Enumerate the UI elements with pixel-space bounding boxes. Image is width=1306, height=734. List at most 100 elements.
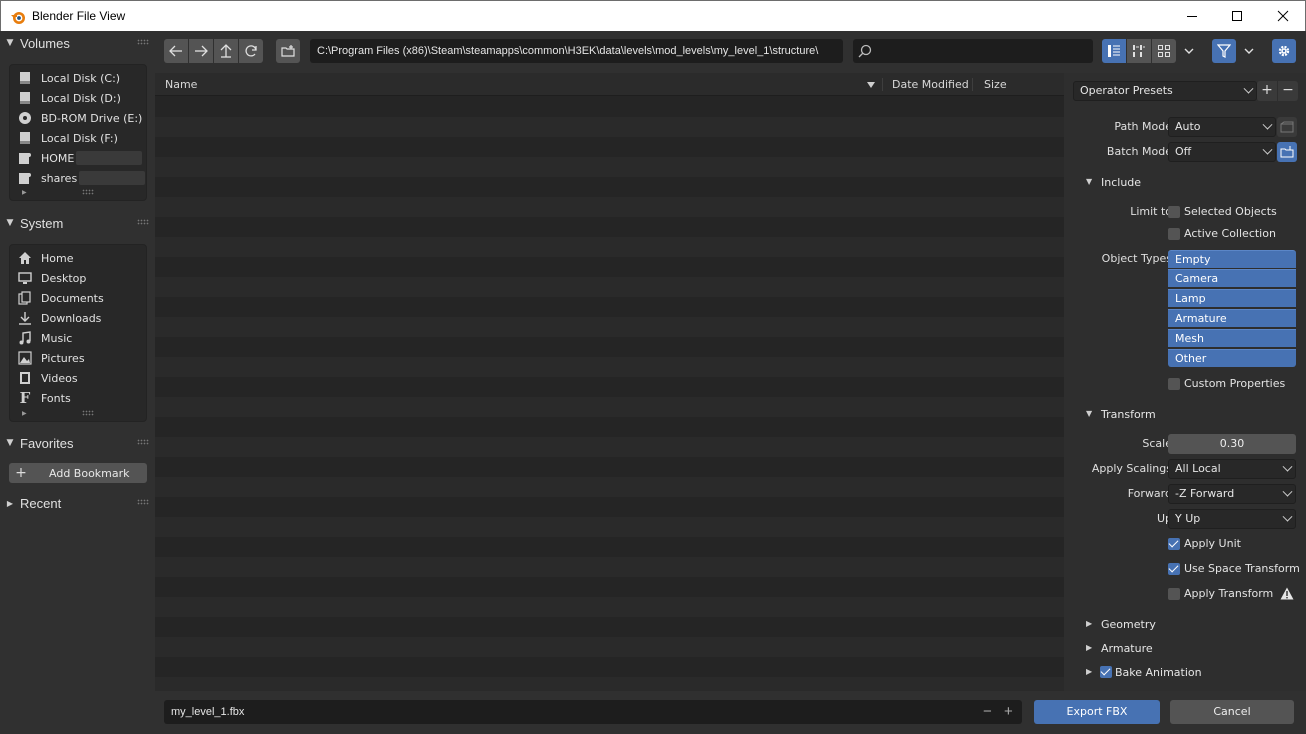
- empty-row: [155, 297, 1064, 317]
- custom-properties-checkbox[interactable]: [1168, 378, 1180, 390]
- forward-button[interactable]: [189, 39, 213, 63]
- column-size-header[interactable]: Size: [984, 78, 1007, 91]
- forward-axis-dropdown[interactable]: -Z Forward: [1168, 484, 1296, 504]
- sidebar-item-local-disk-d[interactable]: Local Disk (D:): [17, 88, 145, 108]
- apply-scalings-dropdown[interactable]: All Local: [1168, 459, 1296, 479]
- parent-directory-button[interactable]: [214, 39, 238, 63]
- add-preset-button[interactable]: +: [1257, 81, 1277, 101]
- minimize-button[interactable]: [1169, 1, 1215, 31]
- selected-objects-checkbox[interactable]: [1168, 206, 1180, 218]
- sidebar-item-videos[interactable]: Videos: [17, 368, 145, 388]
- embed-textures-toggle[interactable]: [1277, 117, 1297, 137]
- horizontal-list-view-button[interactable]: [1127, 39, 1151, 63]
- sidebar-item-home-share[interactable]: HOME: [17, 148, 145, 168]
- volumes-header[interactable]: ▼ Volumes: [0, 31, 155, 55]
- refresh-button[interactable]: [239, 39, 263, 63]
- scale-field[interactable]: 0.30: [1168, 434, 1296, 454]
- empty-row: [155, 117, 1064, 137]
- filter-settings-dropdown[interactable]: [1238, 39, 1260, 63]
- batch-mode-label: Batch Mode: [1106, 145, 1172, 158]
- resize-grip-icon[interactable]: [82, 189, 94, 195]
- sidebar-item-home[interactable]: Home: [17, 248, 145, 268]
- sidebar-item-music[interactable]: Music: [17, 328, 145, 348]
- drag-grip-icon[interactable]: [137, 219, 149, 225]
- display-settings-dropdown[interactable]: [1178, 39, 1200, 63]
- directory-path-field[interactable]: C:\Program Files (x86)\Steam\steamapps\c…: [310, 39, 843, 63]
- empty-row: [155, 237, 1064, 257]
- apply-unit-checkbox[interactable]: [1168, 538, 1180, 550]
- include-section-header[interactable]: ▼ Include: [1064, 170, 1306, 196]
- maximize-button[interactable]: [1214, 1, 1260, 31]
- object-types-label: Object Types: [1101, 252, 1172, 265]
- column-name-header[interactable]: Name: [165, 78, 197, 91]
- sidebar-item-downloads[interactable]: Downloads: [17, 308, 145, 328]
- sidebar-item-desktop[interactable]: Desktop: [17, 268, 145, 288]
- drag-grip-icon[interactable]: [137, 39, 149, 45]
- object-type-other[interactable]: Other: [1168, 349, 1296, 367]
- use-space-transform-checkbox[interactable]: [1168, 563, 1180, 575]
- filter-toggle-button[interactable]: [1212, 39, 1236, 63]
- back-button[interactable]: [164, 39, 188, 63]
- add-bookmark-button[interactable]: + Add Bookmark: [9, 463, 147, 483]
- expand-triangle-icon: ▶: [1086, 667, 1093, 676]
- sort-descending-icon[interactable]: [867, 82, 875, 88]
- increment-filename-button[interactable]: +: [1004, 700, 1013, 724]
- geometry-section-header[interactable]: ▶ Geometry: [1064, 612, 1306, 638]
- arrow-right-icon: [195, 45, 208, 57]
- sidebar-item-shares[interactable]: shares: [17, 168, 145, 188]
- object-type-mesh[interactable]: Mesh: [1168, 329, 1296, 347]
- sidebar-item-documents[interactable]: Documents: [17, 288, 145, 308]
- column-date-header[interactable]: Date Modified: [892, 78, 969, 91]
- column-separator[interactable]: [882, 78, 883, 91]
- object-type-lamp[interactable]: Lamp: [1168, 289, 1296, 307]
- chevron-down-icon: [1184, 48, 1194, 54]
- drag-grip-icon[interactable]: [137, 439, 149, 445]
- remove-preset-button[interactable]: −: [1278, 81, 1298, 101]
- operator-options-panel: Operator Presets + − Path Mode Auto Batc…: [1064, 73, 1306, 691]
- operator-presets-dropdown[interactable]: Operator Presets: [1073, 81, 1257, 101]
- empty-row: [155, 177, 1064, 197]
- batch-own-dir-toggle[interactable]: [1277, 142, 1297, 162]
- sidebar-item-pictures[interactable]: Pictures: [17, 348, 145, 368]
- up-axis-dropdown[interactable]: Y Up: [1168, 509, 1296, 529]
- sidebar-item-fonts[interactable]: F Fonts: [17, 388, 145, 408]
- expand-triangle-icon[interactable]: ▶: [22, 410, 27, 417]
- recent-header[interactable]: ▶ Recent: [0, 491, 155, 515]
- plus-icon: +: [15, 465, 27, 481]
- favorites-title: Favorites: [20, 435, 74, 451]
- sidebar-item-local-disk-c[interactable]: Local Disk (C:): [17, 68, 145, 88]
- decrement-filename-button[interactable]: −: [983, 700, 992, 724]
- vertical-list-view-button[interactable]: [1102, 39, 1126, 63]
- expand-triangle-icon[interactable]: ▶: [22, 189, 27, 196]
- batch-mode-dropdown[interactable]: Off: [1168, 142, 1276, 162]
- thumbnail-view-button[interactable]: [1152, 39, 1176, 63]
- settings-toggle-button[interactable]: [1272, 39, 1296, 63]
- transform-section-header[interactable]: ▼ Transform: [1064, 402, 1306, 428]
- search-field[interactable]: [853, 39, 1093, 63]
- file-list[interactable]: Name Date Modified Size: [155, 73, 1064, 691]
- favorites-header[interactable]: ▼ Favorites: [0, 431, 155, 455]
- cancel-button[interactable]: Cancel: [1170, 700, 1294, 724]
- active-collection-checkbox[interactable]: [1168, 228, 1180, 240]
- object-type-camera[interactable]: Camera: [1168, 269, 1296, 287]
- new-folder-button[interactable]: [276, 39, 300, 63]
- empty-row: [155, 377, 1064, 397]
- close-button[interactable]: [1260, 1, 1306, 31]
- bake-animation-checkbox[interactable]: [1100, 666, 1112, 678]
- apply-transform-checkbox[interactable]: [1168, 588, 1180, 600]
- path-mode-dropdown[interactable]: Auto: [1168, 117, 1276, 137]
- minus-icon: −: [1282, 82, 1294, 98]
- resize-grip-icon[interactable]: [82, 410, 94, 416]
- column-separator[interactable]: [972, 78, 973, 91]
- object-type-empty[interactable]: Empty: [1168, 250, 1296, 268]
- sidebar-item-bd-rom-e[interactable]: BD-ROM Drive (E:): [17, 108, 145, 128]
- object-type-armature[interactable]: Armature: [1168, 309, 1296, 327]
- sidebar-item-local-disk-f[interactable]: Local Disk (F:): [17, 128, 145, 148]
- armature-section-header[interactable]: ▶ Armature: [1064, 636, 1306, 662]
- bake-animation-section-header[interactable]: ▶ Bake Animation: [1064, 660, 1306, 686]
- filename-field[interactable]: my_level_1.fbx − +: [164, 700, 1022, 724]
- system-header[interactable]: ▼ System: [0, 211, 155, 235]
- desktop-icon: [17, 270, 33, 286]
- drag-grip-icon[interactable]: [137, 499, 149, 505]
- export-fbx-button[interactable]: Export FBX: [1034, 700, 1160, 724]
